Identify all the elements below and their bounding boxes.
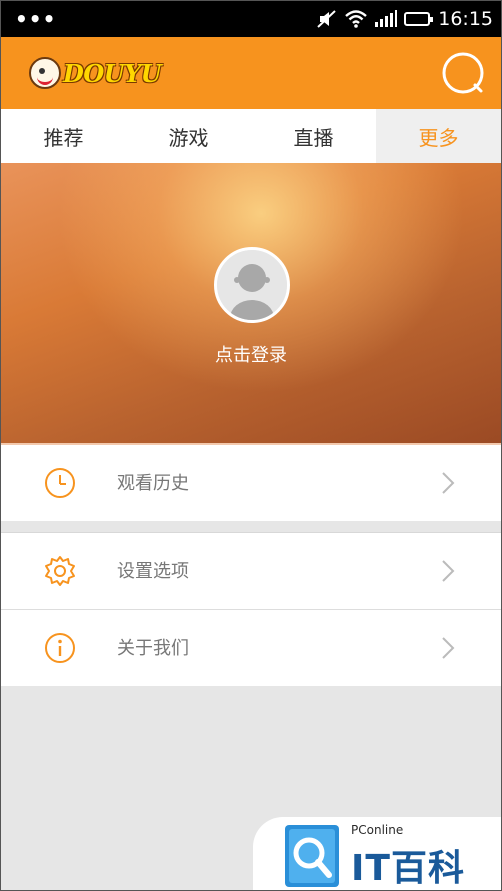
clock-icon bbox=[45, 468, 75, 498]
menu-item-about[interactable]: 关于我们 bbox=[1, 610, 501, 686]
default-avatar-icon[interactable] bbox=[214, 247, 290, 323]
chevron-right-icon bbox=[442, 637, 455, 659]
gear-icon bbox=[45, 556, 75, 586]
menu-item-history[interactable]: 观看历史 bbox=[1, 445, 501, 521]
douyu-logo[interactable]: DOUYU bbox=[29, 53, 162, 93]
logo-text: DOUYU bbox=[63, 58, 162, 88]
search-icon[interactable] bbox=[441, 51, 485, 95]
wifi-icon bbox=[345, 10, 368, 28]
info-icon bbox=[45, 633, 75, 663]
watermark-small-text: PConline bbox=[351, 823, 404, 837]
tab-live[interactable]: 直播 bbox=[251, 109, 376, 163]
menu-group-history: 观看历史 bbox=[1, 445, 501, 521]
clock-time: 16:15 bbox=[438, 8, 493, 30]
tab-games[interactable]: 游戏 bbox=[126, 109, 251, 163]
status-bar: ••• 16:15 bbox=[1, 1, 501, 37]
app-screen: ••• 16:15 DOUYU 推荐 游戏 直播 更多 点击登录 观看历史 设置… bbox=[0, 0, 502, 891]
status-icons: 16:15 bbox=[316, 1, 493, 37]
menu-group-settings: 设置选项 关于我们 bbox=[1, 532, 501, 686]
notification-dots: ••• bbox=[15, 7, 57, 31]
signal-icon bbox=[375, 10, 398, 27]
watermark-big-text: IT百科 bbox=[351, 848, 465, 889]
menu-label: 观看历史 bbox=[117, 473, 189, 494]
mute-icon bbox=[317, 10, 336, 28]
app-header: DOUYU bbox=[1, 37, 501, 109]
fish-mascot-icon bbox=[29, 57, 61, 89]
battery-icon bbox=[404, 12, 434, 26]
menu-item-settings[interactable]: 设置选项 bbox=[1, 533, 501, 609]
tab-more[interactable]: 更多 bbox=[376, 109, 501, 163]
chevron-right-icon bbox=[442, 560, 455, 582]
category-tabs: 推荐 游戏 直播 更多 bbox=[1, 109, 501, 163]
tab-recommend[interactable]: 推荐 bbox=[1, 109, 126, 163]
magnifier-logo-icon bbox=[285, 825, 339, 887]
menu-label: 关于我们 bbox=[117, 638, 189, 659]
chevron-right-icon bbox=[442, 472, 455, 494]
login-link[interactable]: 点击登录 bbox=[1, 341, 501, 367]
menu-label: 设置选项 bbox=[117, 561, 189, 582]
pconline-watermark: PConline IT百科 bbox=[253, 817, 501, 890]
